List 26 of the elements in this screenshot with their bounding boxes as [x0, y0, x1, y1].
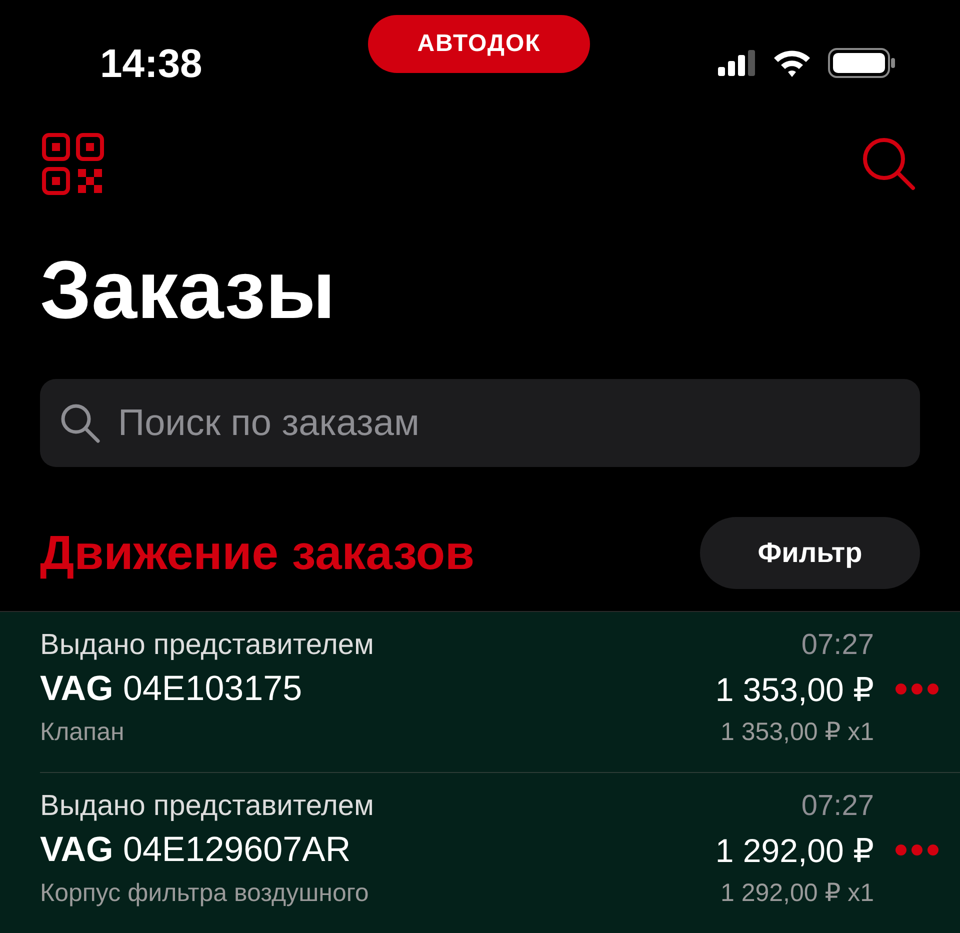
page-title: Заказы [40, 244, 336, 338]
order-article: VAG 04E103175 [40, 669, 304, 709]
search-icon[interactable] [862, 137, 916, 192]
signal-icon [718, 50, 756, 76]
order-unit-price: 1 353,00 ₽ x1 [719, 717, 874, 747]
order-time: 07:27 [800, 790, 874, 822]
more-icon[interactable] [895, 683, 939, 695]
qr-code-icon[interactable] [42, 133, 104, 196]
section-title: Движение заказов [40, 526, 475, 580]
order-status: Выдано представителем [40, 790, 375, 822]
order-item-name: Клапан [40, 718, 126, 746]
order-unit-price: 1 292,00 ₽ x1 [719, 878, 874, 908]
order-price: 1 292,00 ₽ [715, 830, 874, 870]
filter-button[interactable]: Фильтр [700, 517, 920, 589]
status-time: 14:38 [100, 42, 204, 87]
order-time: 07:27 [800, 628, 874, 662]
brand-badge: АВТОДОК [368, 15, 590, 73]
order-price: 1 353,00 ₽ [715, 670, 874, 708]
order-item-name: Корпус фильтра воздушного [40, 878, 370, 908]
more-icon[interactable] [895, 844, 939, 856]
search-icon [60, 403, 100, 443]
search-field[interactable]: Поиск по заказам [40, 379, 920, 467]
battery-icon [828, 48, 896, 78]
order-article: VAG 04E129607AR [40, 830, 352, 870]
order-status: Выдано представителем [40, 628, 375, 662]
wifi-icon [772, 48, 812, 78]
